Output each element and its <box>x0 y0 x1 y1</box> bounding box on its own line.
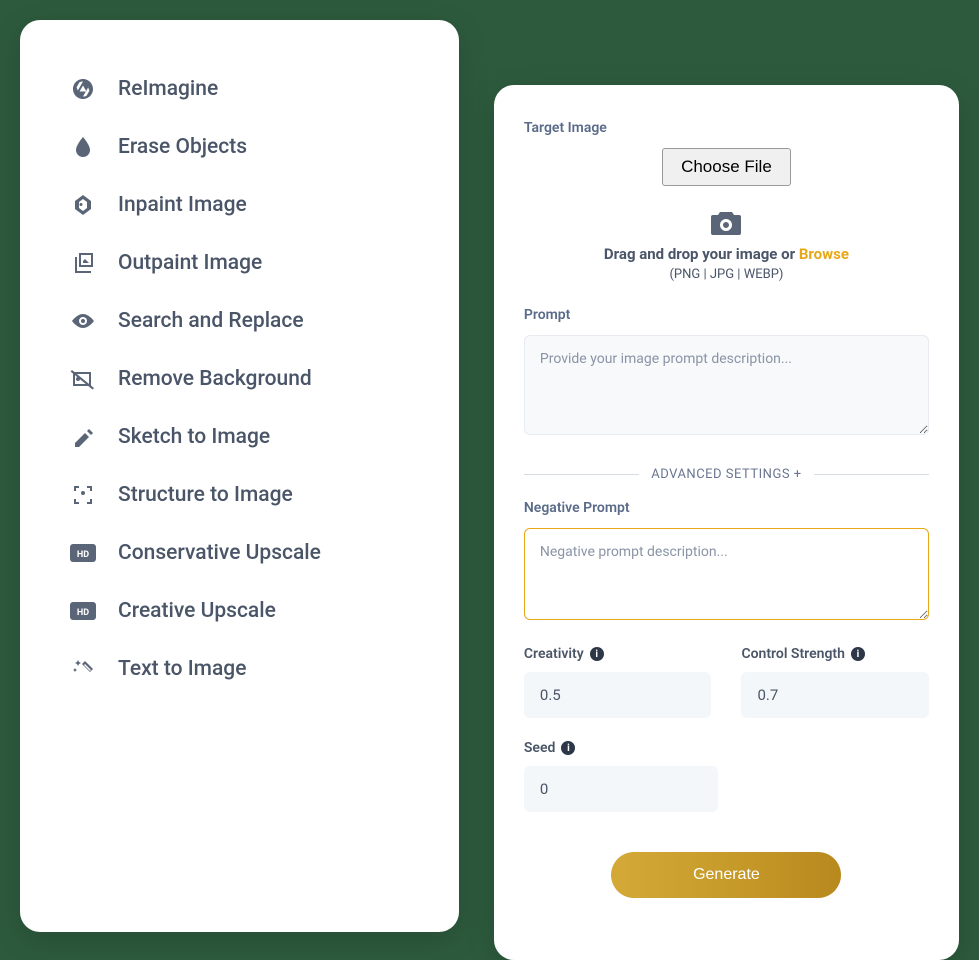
sidebar-panel: ReImagine Erase Objects Inpaint Image Ou… <box>20 20 459 932</box>
remove-bg-icon <box>70 366 96 392</box>
aperture-icon <box>70 76 96 102</box>
focus-icon <box>70 482 96 508</box>
advanced-settings-toggle[interactable]: ADVANCED SETTINGS + <box>524 467 929 482</box>
sidebar-item-label: Search and Replace <box>118 309 304 333</box>
pencil-icon <box>70 424 96 450</box>
sidebar-item-label: Remove Background <box>118 367 312 391</box>
drop-icon <box>70 134 96 160</box>
gallery-icon <box>70 250 96 276</box>
prompt-input[interactable] <box>524 335 929 435</box>
creativity-group: Creativity i <box>524 646 712 718</box>
control-strength-label: Control Strength <box>741 646 844 662</box>
creativity-input[interactable] <box>524 672 712 718</box>
sidebar-item-label: Inpaint Image <box>118 193 247 217</box>
format-text: (PNG | JPG | WEBP) <box>524 267 929 282</box>
info-icon[interactable]: i <box>590 647 604 661</box>
hd-icon: HD <box>70 540 96 566</box>
upload-area[interactable]: Choose File Drag and drop your image or … <box>524 148 929 282</box>
sidebar-item-label: Outpaint Image <box>118 251 262 275</box>
sidebar-item-label: Erase Objects <box>118 135 247 159</box>
info-icon[interactable]: i <box>851 647 865 661</box>
sidebar-item-label: Sketch to Image <box>118 425 270 449</box>
negative-prompt-input[interactable] <box>524 528 929 620</box>
creativity-label: Creativity <box>524 646 584 662</box>
sidebar-item-label: Creative Upscale <box>118 599 276 623</box>
sidebar-item-reimagine[interactable]: ReImagine <box>70 60 419 118</box>
browse-link[interactable]: Browse <box>799 245 849 263</box>
wand-icon <box>70 656 96 682</box>
sidebar-item-conservative-upscale[interactable]: HD Conservative Upscale <box>70 524 419 582</box>
image-icon <box>70 192 96 218</box>
info-icon[interactable]: i <box>561 741 575 755</box>
sidebar-item-sketch[interactable]: Sketch to Image <box>70 408 419 466</box>
prompt-label: Prompt <box>524 307 929 323</box>
sidebar-item-outpaint[interactable]: Outpaint Image <box>70 234 419 292</box>
sidebar-item-inpaint[interactable]: Inpaint Image <box>70 176 419 234</box>
seed-input[interactable] <box>524 766 718 812</box>
seed-group: Seed i <box>524 740 718 812</box>
sidebar-item-label: Structure to Image <box>118 483 293 507</box>
sidebar-item-erase-objects[interactable]: Erase Objects <box>70 118 419 176</box>
drag-drop-text: Drag and drop your image or Browse <box>524 245 929 263</box>
sidebar-item-label: ReImagine <box>118 77 218 101</box>
sidebar-item-label: Conservative Upscale <box>118 541 321 565</box>
sidebar-item-search-replace[interactable]: Search and Replace <box>70 292 419 350</box>
eye-icon <box>70 308 96 334</box>
neg-prompt-label: Negative Prompt <box>524 500 929 516</box>
form-panel: Target Image Choose File Drag and drop y… <box>494 85 959 960</box>
sidebar-item-structure[interactable]: Structure to Image <box>70 466 419 524</box>
target-image-label: Target Image <box>524 120 929 136</box>
choose-file-button[interactable]: Choose File <box>662 148 791 186</box>
sidebar-item-remove-bg[interactable]: Remove Background <box>70 350 419 408</box>
sidebar-item-creative-upscale[interactable]: HD Creative Upscale <box>70 582 419 640</box>
control-strength-input[interactable] <box>741 672 929 718</box>
seed-label: Seed <box>524 740 556 756</box>
control-strength-group: Control Strength i <box>741 646 929 718</box>
generate-button[interactable]: Generate <box>611 852 841 898</box>
camera-icon <box>709 209 743 237</box>
sidebar-item-text-to-image[interactable]: Text to Image <box>70 640 419 698</box>
svg-text:HD: HD <box>77 550 89 560</box>
svg-text:HD: HD <box>77 608 89 618</box>
hd-icon: HD <box>70 598 96 624</box>
sidebar-item-label: Text to Image <box>118 657 246 681</box>
